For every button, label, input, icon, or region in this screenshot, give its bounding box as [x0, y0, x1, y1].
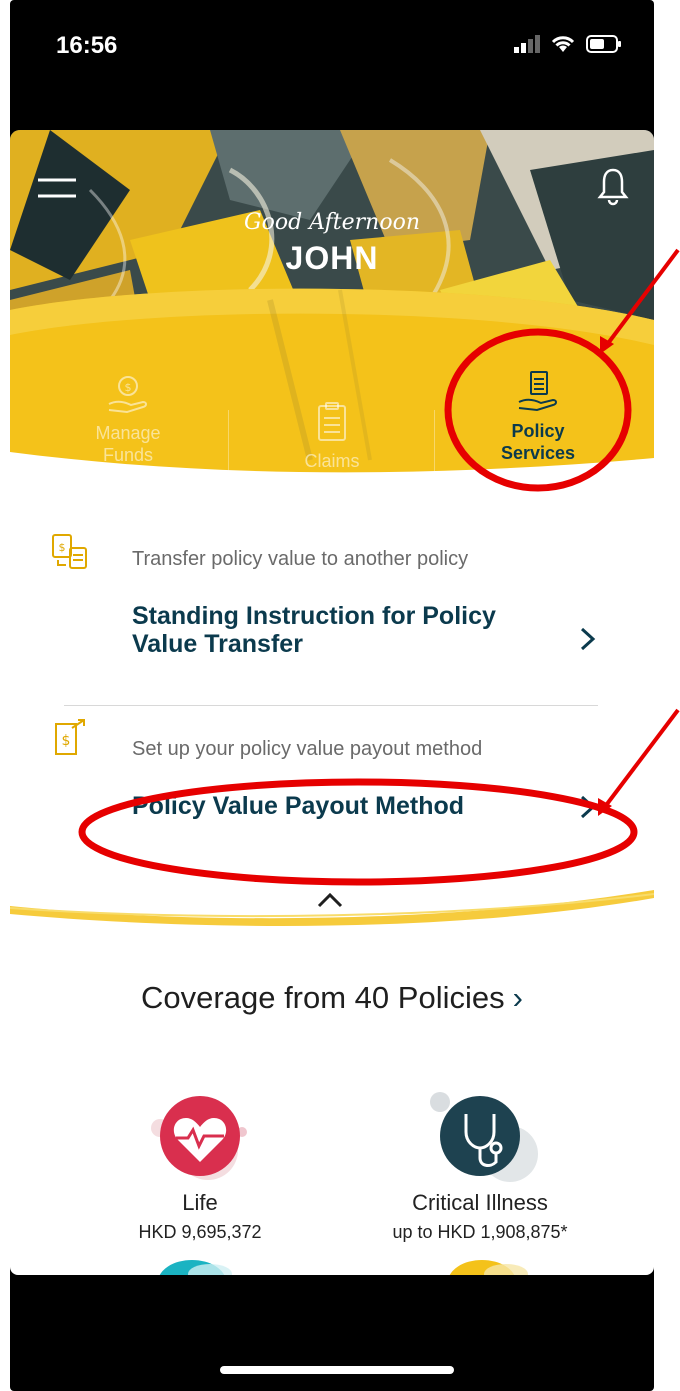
chevron-right-icon: ›	[512, 980, 523, 1015]
nav-divider	[228, 410, 229, 490]
transfer-documents-icon: $	[52, 534, 87, 569]
greeting-text: Good Afternoon	[244, 210, 420, 235]
nav-divider	[434, 410, 435, 490]
hero-banner: Good Afternoon JOHN $ Manage Funds Claim…	[10, 130, 654, 490]
coverage-title-text: Coverage from 40 Policies	[141, 980, 505, 1015]
status-bar: 16:56	[10, 0, 654, 130]
clipboard-icon	[318, 402, 346, 441]
coverage-name: Life	[182, 1190, 218, 1215]
home-indicator[interactable]	[220, 1366, 454, 1374]
service-title-line1: Standing Instruction for Policy	[132, 602, 496, 630]
svg-text:$: $	[125, 381, 132, 394]
user-name: JOHN	[285, 240, 379, 276]
svg-text:$: $	[59, 541, 66, 554]
nav-manage-funds-line1: Manage	[95, 423, 161, 443]
service-divider	[64, 705, 598, 706]
heart-pulse-icon	[151, 1096, 247, 1180]
signal-icon	[514, 35, 540, 53]
money-hand-icon: $	[108, 376, 147, 414]
quick-nav: $ Manage Funds Claims Policy Services	[10, 370, 654, 490]
nav-policy-services-line1: Policy	[511, 421, 565, 441]
svg-text:$: $	[62, 733, 71, 749]
service-title-line1: Policy Value Payout Method	[132, 792, 465, 820]
status-time: 16:56	[56, 32, 118, 59]
nav-policy-services[interactable]: Policy Services	[438, 370, 638, 480]
service-description: Set up your policy value payout method	[132, 738, 483, 760]
service-description: Transfer policy value to another policy	[132, 548, 469, 570]
nav-manage-funds-line2: Funds	[102, 445, 154, 465]
nav-policy-services-line2: Services	[500, 443, 576, 463]
coverage-amount: HKD 9,695,372	[138, 1222, 262, 1242]
nav-claims-line2: Claims	[304, 451, 360, 471]
coverage-item-life[interactable]: Life HKD 9,695,372	[70, 1080, 330, 1243]
stethoscope-icon	[430, 1092, 538, 1182]
coverage-name: Critical Illness	[412, 1190, 548, 1215]
chevron-up-icon[interactable]	[316, 890, 344, 910]
payout-document-icon: $	[55, 719, 85, 755]
battery-icon	[586, 35, 621, 53]
nav-manage-funds[interactable]: $ Manage Funds	[28, 370, 228, 480]
coverage-title[interactable]: Coverage from 40 Policies ›	[10, 980, 654, 1016]
chevron-right-icon[interactable]	[576, 794, 598, 820]
nav-claims[interactable]: Claims	[232, 370, 432, 480]
next-row-peek	[159, 1260, 528, 1275]
coverage-item-critical-illness[interactable]: Critical Illness up to HKD 1,908,875*	[350, 1080, 610, 1243]
app-screen: Good Afternoon JOHN $ Manage Funds Claim…	[10, 130, 654, 1275]
service-title[interactable]: Policy Value Payout Method	[132, 792, 552, 820]
wifi-icon	[551, 36, 575, 52]
service-title-line2: Value Transfer	[132, 630, 303, 658]
hamburger-menu-icon[interactable]	[36, 174, 78, 204]
status-icons	[514, 34, 622, 54]
coverage-amount: up to HKD 1,908,875*	[392, 1222, 568, 1242]
chevron-right-icon[interactable]	[576, 626, 598, 652]
phone-frame: 16:56 Good Afternoon JOHN $ Manage Funds…	[10, 0, 654, 1391]
service-title[interactable]: Standing Instruction for Policy Value Tr…	[132, 602, 552, 658]
document-hand-icon	[518, 371, 557, 412]
bell-icon[interactable]	[596, 166, 630, 206]
